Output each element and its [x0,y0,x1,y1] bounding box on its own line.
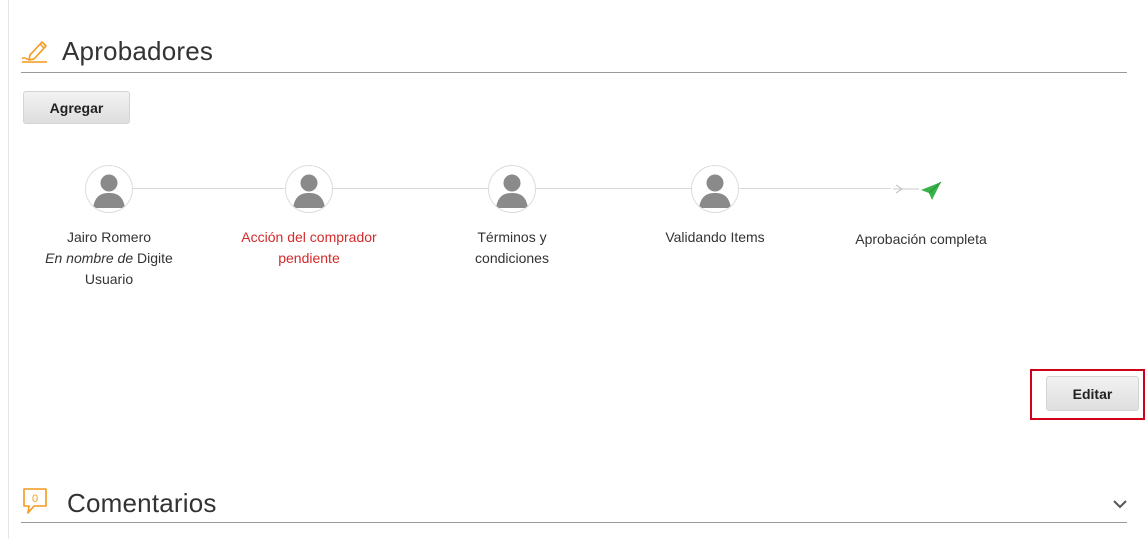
step-label-line: Términos y [477,229,547,245]
step-label-line: pendiente [278,250,340,266]
add-approver-button[interactable]: Agregar [23,91,130,124]
workflow-connector [739,188,891,189]
workflow-connector [333,188,488,189]
approver-name: Jairo Romero [66,229,152,245]
step-label-validating-items: Validando Items [630,227,800,248]
step-label-line: condiciones [475,250,549,266]
step-label-line: Acción del comprador [241,229,377,245]
pen-signature-icon [21,38,51,64]
step-label-terms: Términos y condiciones [427,227,597,269]
user-avatar-icon [488,165,536,213]
step-label-buyer-action: Acción del comprador pendiente [224,227,394,269]
approvers-header: Aprobadores [21,30,1127,73]
speech-bubble-icon: 0 [21,486,49,518]
comments-title: Comentarios [67,488,217,518]
user-avatar-icon [85,165,133,213]
paper-plane-icon [893,181,948,201]
user-avatar-icon [285,165,333,213]
on-behalf-prefix: En nombre de [45,250,134,266]
left-rule [8,0,9,539]
edit-approvers-button[interactable]: Editar [1046,376,1139,411]
on-behalf-line: En nombre de Digite [24,248,194,269]
user-avatar-icon [691,165,739,213]
step-label-jairo-romero: Jairo Romero En nombre de Digite Usuario [24,227,194,290]
on-behalf-name: Digite [137,250,173,266]
chevron-down-icon[interactable] [1113,496,1127,509]
comments-header[interactable]: 0 Comentarios [21,482,1127,523]
step-label-approval-complete: Aprobación completa [836,229,1006,250]
comments-count: 0 [32,493,38,505]
workflow-connector [133,188,285,189]
approvers-title: Aprobadores [62,36,214,66]
step-label-line: Validando Items [665,229,765,245]
step-label-line: Aprobación completa [855,231,987,247]
workflow-connector [536,188,691,189]
on-behalf-name-continued: Usuario [84,271,134,287]
